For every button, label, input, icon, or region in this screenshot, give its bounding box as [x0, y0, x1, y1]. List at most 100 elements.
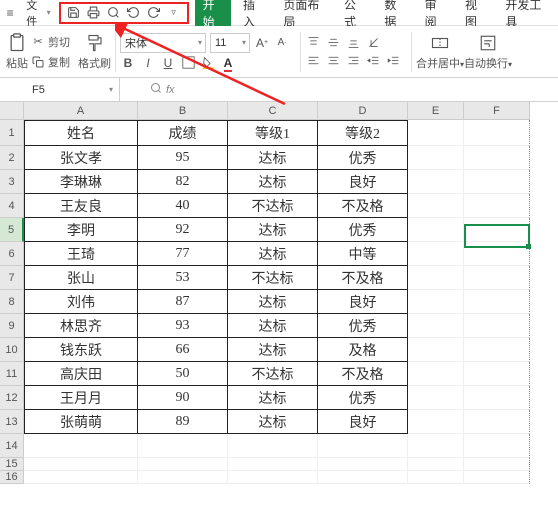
cell[interactable]: [464, 386, 530, 410]
cell[interactable]: 张山: [24, 266, 138, 290]
cell[interactable]: [24, 458, 138, 471]
cell[interactable]: 达标: [228, 170, 318, 194]
cell[interactable]: [408, 434, 464, 458]
cell[interactable]: [408, 146, 464, 170]
fill-color-icon[interactable]: [200, 55, 216, 71]
cell[interactable]: 姓名: [24, 120, 138, 146]
cell[interactable]: 92: [138, 218, 228, 242]
cell[interactable]: 达标: [228, 146, 318, 170]
format-painter-icon[interactable]: [84, 32, 106, 54]
cell[interactable]: [408, 120, 464, 146]
cell[interactable]: [464, 242, 530, 266]
cell[interactable]: [24, 471, 138, 484]
col-header-d[interactable]: D: [318, 102, 408, 120]
cell[interactable]: 张萌萌: [24, 410, 138, 434]
cell[interactable]: [408, 362, 464, 386]
row-header[interactable]: 8: [0, 290, 24, 314]
align-top-icon[interactable]: [305, 35, 321, 51]
cell[interactable]: [464, 362, 530, 386]
align-middle-icon[interactable]: [325, 35, 341, 51]
cell[interactable]: 优秀: [318, 218, 408, 242]
row-header[interactable]: 11: [0, 362, 24, 386]
cell[interactable]: [408, 170, 464, 194]
print-icon[interactable]: [87, 6, 101, 20]
indent-increase-icon[interactable]: [385, 53, 401, 69]
italic-icon[interactable]: I: [140, 55, 156, 71]
font-name-select[interactable]: 宋体: [120, 33, 206, 53]
cell[interactable]: [228, 458, 318, 471]
merge-icon[interactable]: [429, 32, 451, 54]
cell[interactable]: [228, 434, 318, 458]
cell[interactable]: 不及格: [318, 266, 408, 290]
cell[interactable]: [408, 194, 464, 218]
cell[interactable]: 高庆田: [24, 362, 138, 386]
cell[interactable]: [138, 434, 228, 458]
cell[interactable]: [408, 290, 464, 314]
cell[interactable]: 中等: [318, 242, 408, 266]
row-header[interactable]: 2: [0, 146, 24, 170]
col-header-e[interactable]: E: [408, 102, 464, 120]
formula-input[interactable]: fx: [120, 82, 175, 97]
cell[interactable]: [228, 471, 318, 484]
cell[interactable]: [318, 434, 408, 458]
cell[interactable]: 王友良: [24, 194, 138, 218]
align-bottom-icon[interactable]: [345, 35, 361, 51]
cell[interactable]: 90: [138, 386, 228, 410]
cell[interactable]: [408, 266, 464, 290]
col-header-b[interactable]: B: [138, 102, 228, 120]
cell[interactable]: [408, 410, 464, 434]
cell[interactable]: 82: [138, 170, 228, 194]
cell[interactable]: 不达标: [228, 266, 318, 290]
cell[interactable]: 达标: [228, 290, 318, 314]
col-header-c[interactable]: C: [228, 102, 318, 120]
cell[interactable]: 及格: [318, 338, 408, 362]
qat-dropdown-icon[interactable]: ▿: [167, 6, 181, 20]
bold-icon[interactable]: B: [120, 55, 136, 71]
cell[interactable]: 87: [138, 290, 228, 314]
row-header[interactable]: 16: [0, 471, 24, 484]
increase-font-icon[interactable]: A+: [254, 35, 270, 51]
cell[interactable]: 李明: [24, 218, 138, 242]
row-header[interactable]: 15: [0, 458, 24, 471]
cell[interactable]: 不达标: [228, 362, 318, 386]
row-header[interactable]: 14: [0, 434, 24, 458]
border-icon[interactable]: [180, 55, 196, 71]
cell[interactable]: 等级1: [228, 120, 318, 146]
cell[interactable]: 达标: [228, 338, 318, 362]
cell[interactable]: [408, 338, 464, 362]
align-right-icon[interactable]: [345, 53, 361, 69]
cell[interactable]: 王月月: [24, 386, 138, 410]
cell[interactable]: [464, 458, 530, 471]
cell[interactable]: 良好: [318, 290, 408, 314]
menu-icon[interactable]: ≡: [4, 6, 16, 20]
copy-button[interactable]: 复制: [28, 53, 72, 71]
row-header[interactable]: 4: [0, 194, 24, 218]
row-header[interactable]: 13: [0, 410, 24, 434]
cut-button[interactable]: ✂剪切: [28, 33, 72, 51]
font-size-select[interactable]: 11: [210, 33, 250, 53]
cell[interactable]: 53: [138, 266, 228, 290]
cell[interactable]: [464, 434, 530, 458]
cell[interactable]: [318, 458, 408, 471]
row-header[interactable]: 10: [0, 338, 24, 362]
cell[interactable]: 不及格: [318, 194, 408, 218]
cell[interactable]: 达标: [228, 386, 318, 410]
cell[interactable]: [464, 120, 530, 146]
row-header[interactable]: 5: [0, 218, 24, 242]
decrease-font-icon[interactable]: A-: [274, 35, 290, 51]
fx-icon[interactable]: [150, 82, 162, 97]
cell[interactable]: [464, 410, 530, 434]
cell[interactable]: [408, 314, 464, 338]
print-preview-icon[interactable]: [107, 6, 121, 20]
row-header[interactable]: 7: [0, 266, 24, 290]
cell[interactable]: [24, 434, 138, 458]
align-center-icon[interactable]: [325, 53, 341, 69]
row-header[interactable]: 12: [0, 386, 24, 410]
cell[interactable]: 95: [138, 146, 228, 170]
cell[interactable]: 钱东跃: [24, 338, 138, 362]
cell[interactable]: 93: [138, 314, 228, 338]
cell[interactable]: 良好: [318, 410, 408, 434]
cell[interactable]: [138, 458, 228, 471]
redo-icon[interactable]: [147, 6, 161, 20]
cell[interactable]: 达标: [228, 242, 318, 266]
